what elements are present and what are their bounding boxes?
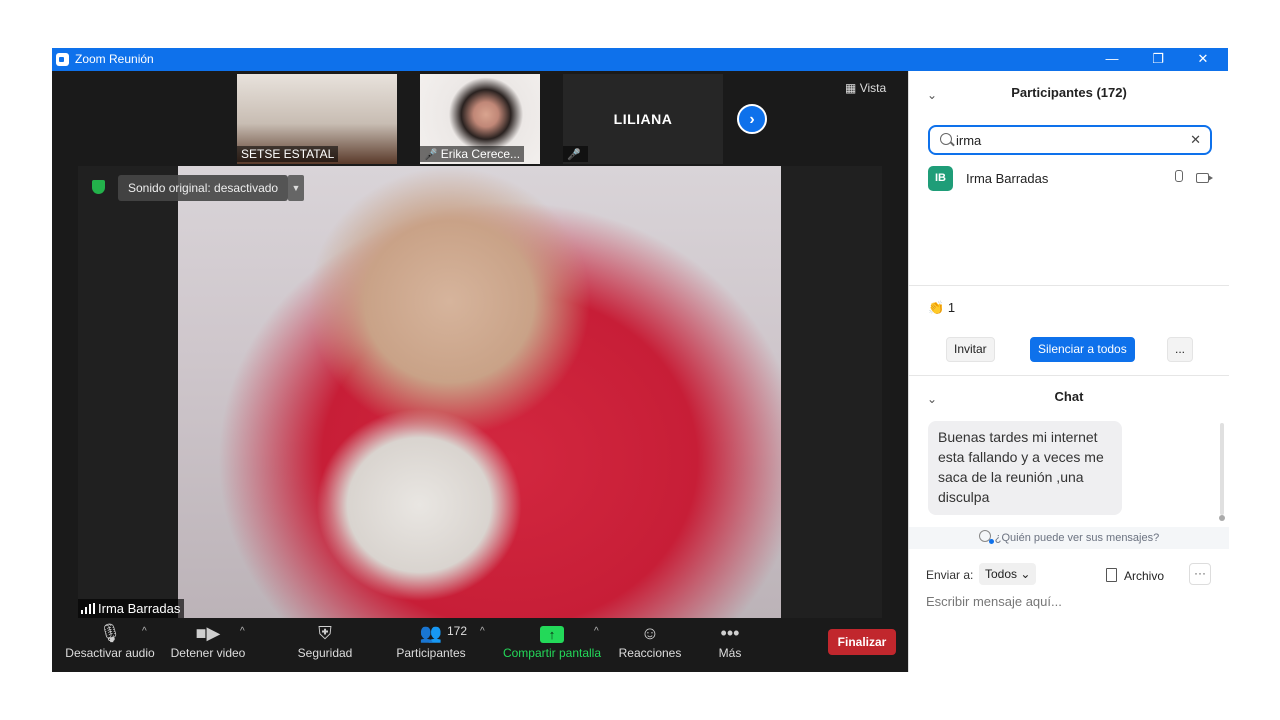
file-icon	[1106, 568, 1117, 582]
clear-search-icon[interactable]: ✕	[1190, 132, 1201, 148]
speaker-name-label: Irma Barradas	[78, 599, 185, 618]
video-options-caret[interactable]: ^	[240, 626, 245, 637]
stop-video-button[interactable]: ■▶ Detener video	[166, 618, 250, 672]
participants-more-button[interactable]: ...	[1167, 337, 1194, 362]
title-bar: Zoom Reunión — ❐ ✕	[52, 48, 1228, 71]
mute-all-button[interactable]: Silenciar a todos	[1030, 337, 1135, 362]
muted-mic-icon: 🎤	[424, 149, 438, 161]
thumbnail-label: 🎤 Erika Cerece...	[420, 146, 525, 162]
microphone-icon	[1175, 170, 1183, 182]
thumbnail-label: SETSE ESTATAL	[237, 146, 339, 162]
share-screen-button[interactable]: ↑ Compartir pantalla	[502, 618, 602, 672]
file-button[interactable]: Archivo	[1106, 568, 1164, 583]
shield-icon: ⛨	[318, 623, 332, 643]
grid-icon: ▦	[845, 81, 857, 95]
original-sound-toggle[interactable]: Sonido original: desactivado	[118, 175, 289, 201]
divider	[909, 285, 1229, 286]
participants-options-caret[interactable]: ^	[480, 626, 485, 637]
meeting-toolbar: 🎙 Desactivar audio ^ ■▶ Detener video ^ …	[52, 618, 908, 672]
active-speaker-video: Sonido original: desactivado ▼ Irma Barr…	[78, 166, 882, 618]
chat-message-input[interactable]: Escribir mensaje aquí...	[926, 594, 1062, 609]
speaker-video-frame	[178, 166, 781, 618]
chevron-down-icon: ⌄	[1020, 567, 1031, 581]
participants-title: Participantes (172)	[1011, 85, 1127, 100]
zoom-window: Zoom Reunión — ❐ ✕ SETSE ESTATAL 🎤 Erika …	[52, 48, 1229, 672]
close-button[interactable]: ✕	[1180, 48, 1226, 71]
next-page-button[interactable]: ›	[737, 104, 767, 134]
participant-name: Irma Barradas	[966, 171, 1049, 186]
end-meeting-button[interactable]: Finalizar	[828, 629, 896, 655]
more-dots-icon: •••	[720, 623, 740, 643]
audio-options-caret[interactable]: ^	[142, 626, 147, 637]
who-can-see-link[interactable]: ¿Quién puede ver sus mensajes?	[909, 527, 1229, 549]
encryption-shield-icon	[92, 180, 105, 194]
thumbnail-erika[interactable]: 🎤 Erika Cerece...	[420, 74, 540, 164]
clap-icon: 👏	[928, 300, 945, 315]
share-arrow-icon: ↑	[540, 626, 564, 643]
meeting-stage: SETSE ESTATAL 🎤 Erika Cerece... LILIANA 🎤…	[52, 71, 908, 672]
window-title: Zoom Reunión	[75, 52, 154, 66]
participants-search-input[interactable]: irma ✕	[928, 125, 1212, 155]
thumbnail-label: 🎤	[563, 146, 588, 162]
participant-row[interactable]: IB Irma Barradas	[928, 166, 1213, 192]
video-camera-icon: ■▶	[195, 623, 221, 643]
search-value[interactable]: irma	[956, 133, 981, 148]
chevron-down-icon[interactable]: ▼	[288, 175, 304, 201]
thumbnail-setse[interactable]: SETSE ESTATAL	[237, 74, 397, 164]
reactions-button[interactable]: ☺ Reacciones	[618, 618, 682, 672]
emoji-add-icon: ☺	[640, 623, 660, 643]
send-to-label: Enviar a:	[926, 568, 974, 582]
video-camera-icon	[1196, 173, 1213, 183]
recipient-select[interactable]: Todos ⌄	[979, 563, 1037, 585]
side-panel: ⌄ Participantes (172) irma ✕ IB Irma Bar…	[908, 71, 1229, 672]
view-button[interactable]: ▦ Vista	[845, 81, 886, 95]
divider	[909, 375, 1229, 376]
chat-more-button[interactable]: ···	[1189, 563, 1211, 585]
send-to-row: Enviar a: Todos ⌄ Archivo ···	[926, 563, 1216, 587]
restore-button[interactable]: ❐	[1135, 48, 1181, 71]
thumbnail-name: LILIANA	[613, 111, 673, 127]
chat-message: Buenas tardes mi internet esta fallando …	[928, 421, 1122, 515]
share-options-caret[interactable]: ^	[594, 626, 599, 637]
search-icon	[940, 133, 952, 145]
invite-button[interactable]: Invitar	[946, 337, 995, 362]
scrollbar-thumb[interactable]	[1219, 515, 1225, 521]
security-button[interactable]: ⛨ Seguridad	[292, 618, 358, 672]
chat-title: Chat	[1054, 389, 1084, 404]
avatar: IB	[928, 166, 953, 191]
person-icon	[978, 530, 994, 544]
signal-bars-icon	[81, 603, 95, 614]
participants-count: 172	[447, 624, 468, 638]
zoom-app-icon	[56, 53, 69, 66]
thumbnail-liliana[interactable]: LILIANA 🎤	[563, 74, 723, 164]
clap-reaction-count: 👏 1	[928, 300, 956, 315]
muted-mic-icon: 🎤	[567, 149, 581, 161]
chat-scrollbar[interactable]	[1220, 423, 1224, 515]
more-button[interactable]: ••• Más	[708, 618, 752, 672]
minimize-button[interactable]: —	[1089, 48, 1135, 71]
